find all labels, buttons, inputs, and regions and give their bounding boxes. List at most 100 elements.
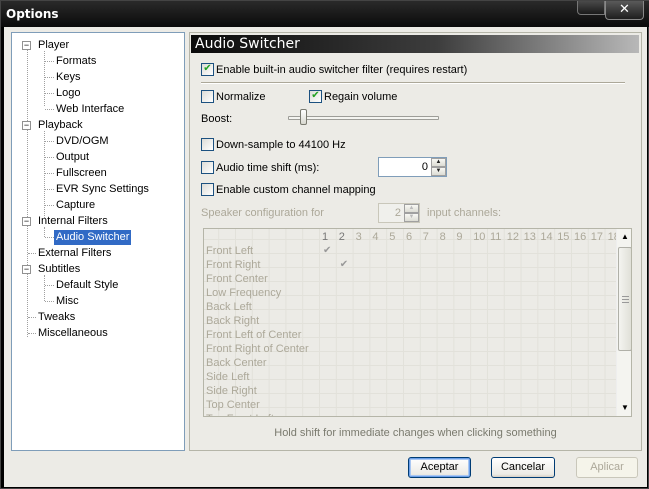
tree-line <box>45 205 54 206</box>
tree-line <box>45 173 54 174</box>
speaker-config-spinner[interactable]: 2 ▲ ▼ <box>378 203 420 223</box>
hint-text: Hold shift for immediate changes when cl… <box>274 427 557 439</box>
downsample-checkbox[interactable] <box>201 138 214 151</box>
collapse-icon[interactable]: − <box>22 121 31 130</box>
column-header: 1 <box>322 231 329 243</box>
cancel-button[interactable]: Cancelar <box>491 457 555 478</box>
tree-line <box>28 253 36 254</box>
normalize-label[interactable]: Normalize <box>216 91 266 104</box>
column-header: 13 <box>523 231 536 243</box>
row-label: Back Center <box>206 357 267 369</box>
apply-button[interactable]: Aplicar <box>576 457 638 478</box>
column-header: 17 <box>590 231 604 243</box>
column-header: 7 <box>422 231 429 243</box>
tree-line <box>44 275 45 301</box>
tree-line <box>27 43 28 337</box>
window-title: Options <box>6 7 59 21</box>
collapse-icon[interactable]: − <box>22 217 31 226</box>
tree-line <box>45 189 54 190</box>
separator <box>201 82 625 84</box>
dialog-client: − Player Formats Keys Logo Web Interface… <box>4 27 647 487</box>
spin-down-icon[interactable]: ▼ <box>404 213 419 222</box>
timeshift-value[interactable]: 0 <box>422 161 428 173</box>
column-header: 4 <box>372 231 379 243</box>
enable-filter-checkbox[interactable] <box>201 63 214 76</box>
tree-item-label: EVR Sync Settings <box>56 183 149 195</box>
tree-item-label: Logo <box>56 87 81 99</box>
grid-scrollbar[interactable]: ▲ ▼ <box>616 229 631 416</box>
ok-button[interactable]: Aceptar <box>408 457 471 478</box>
tree-item-label: Default Style <box>56 279 119 291</box>
column-header: 10 <box>473 231 486 243</box>
tree-item-label: Player <box>38 39 70 51</box>
title-bar[interactable]: Options ✕ <box>1 1 649 27</box>
tree-line <box>28 333 36 334</box>
spin-up-icon[interactable]: ▲ <box>404 204 419 213</box>
tree-item-label: External Filters <box>38 247 112 259</box>
spin-up-icon[interactable]: ▲ <box>431 158 446 167</box>
boost-label: Boost: <box>201 113 233 125</box>
tree-item-label: Capture <box>56 199 96 211</box>
page-title: Audio Switcher <box>195 36 300 52</box>
downsample-label[interactable]: Down-sample to 44100 Hz <box>216 139 346 152</box>
help-button[interactable] <box>577 1 605 15</box>
close-button[interactable]: ✕ <box>605 1 644 20</box>
mapping-check-icon[interactable]: ✔ <box>340 259 348 270</box>
boost-slider-thumb[interactable] <box>300 109 308 125</box>
row-label: Front Right <box>206 259 261 271</box>
speaker-config-value[interactable]: 2 <box>395 207 401 219</box>
options-window: Options ✕ − Player Formats Keys Logo Web… <box>0 0 649 489</box>
tree-item-label: Misc <box>56 295 79 307</box>
scroll-thumb[interactable] <box>618 247 631 351</box>
tree-line <box>45 157 54 158</box>
timeshift-spinner[interactable]: 0 ▲ ▼ <box>378 157 447 177</box>
column-header: 2 <box>338 231 345 243</box>
custom-mapping-checkbox[interactable] <box>201 183 214 196</box>
column-header: 6 <box>406 231 413 243</box>
tree-item-label: Web Interface <box>56 103 125 115</box>
input-channels-label: input channels: <box>427 207 501 219</box>
tree-line <box>45 285 54 286</box>
tree-line <box>45 61 54 62</box>
pane-header: Audio Switcher <box>191 35 639 53</box>
row-label: Front Center <box>206 273 268 285</box>
column-header: 9 <box>456 231 463 243</box>
regain-volume-checkbox[interactable] <box>309 90 322 103</box>
row-label: Side Right <box>206 385 257 397</box>
enable-filter-label[interactable]: Enable built-in audio switcher filter (r… <box>216 64 467 77</box>
tree-line <box>28 317 36 318</box>
custom-mapping-label[interactable]: Enable custom channel mapping <box>216 184 376 197</box>
grip-icon <box>622 296 629 303</box>
tree-item-label: Playback <box>38 119 83 131</box>
channel-mapping-grid[interactable]: 1 2 3 4 5 6 7 8 9 10 11 12 13 14 15 16 17 18 Front Left Fro… <box>203 228 632 417</box>
row-label: Back Right <box>206 315 260 327</box>
tree-line <box>45 109 54 110</box>
tree-line <box>45 301 54 302</box>
column-header: 5 <box>389 231 396 243</box>
column-header: 16 <box>574 231 587 243</box>
tree-item-label: Keys <box>56 71 81 83</box>
timeshift-checkbox[interactable] <box>201 161 214 174</box>
scroll-up-icon[interactable]: ▲ <box>617 229 631 245</box>
collapse-icon[interactable]: − <box>22 265 31 274</box>
normalize-checkbox[interactable] <box>201 90 214 103</box>
spin-down-icon[interactable]: ▼ <box>431 167 446 176</box>
mapping-check-icon[interactable]: ✔ <box>323 245 331 256</box>
tree-item-label: Audio Switcher <box>54 230 132 245</box>
boost-slider-track[interactable] <box>288 116 439 120</box>
tree-line <box>45 237 54 238</box>
column-header: 8 <box>439 231 446 243</box>
row-label: Low Frequency <box>206 287 282 299</box>
row-label: Front Left of Center <box>206 329 302 341</box>
collapse-icon[interactable]: − <box>22 41 31 50</box>
regain-volume-label[interactable]: Regain volume <box>324 91 397 104</box>
column-header: 15 <box>557 231 570 243</box>
tree-line <box>44 51 45 106</box>
row-label: Top Front Left <box>206 412 274 416</box>
tree-line <box>45 93 54 94</box>
scroll-down-icon[interactable]: ▼ <box>617 400 631 416</box>
tree-item-label: DVD/OGM <box>56 135 109 147</box>
tree-line <box>45 77 54 78</box>
grid-cells[interactable]: 1 2 3 4 5 6 7 8 9 10 11 12 13 14 15 16 17 18 Front Left Fro… <box>204 229 620 416</box>
timeshift-label[interactable]: Audio time shift (ms): <box>216 162 319 175</box>
